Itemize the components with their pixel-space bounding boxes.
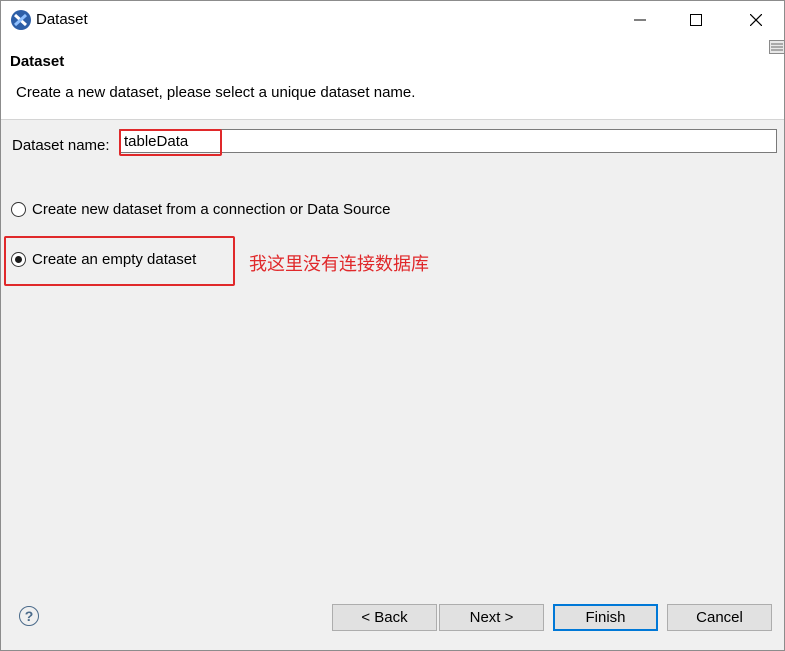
radio-from-connection[interactable] [11, 202, 26, 217]
close-button[interactable] [728, 1, 784, 39]
minimize-icon [634, 19, 646, 21]
close-icon [750, 14, 762, 26]
app-logo-icon [10, 9, 32, 31]
cancel-button[interactable]: Cancel [667, 604, 772, 631]
title-bar: Dataset [1, 1, 784, 39]
option-from-connection[interactable]: Create new dataset from a connection or … [11, 201, 391, 218]
highlight-name-box [119, 129, 222, 156]
back-button[interactable]: < Back [332, 604, 437, 631]
page-title: Dataset [10, 53, 65, 70]
help-icon: ? [24, 608, 34, 624]
wizard-header: Dataset Create a new dataset, please sel… [1, 39, 785, 120]
window-title: Dataset [36, 11, 88, 28]
maximize-icon [690, 14, 702, 26]
dataset-name-label: Dataset name: [12, 137, 110, 154]
option-from-connection-label: Create new dataset from a connection or … [32, 201, 391, 218]
dataset-dialog: Dataset Dataset Create a new dataset, pl… [0, 0, 785, 651]
highlight-option-box [4, 236, 235, 286]
annotation-note: 我这里没有连接数据库 [249, 254, 429, 275]
help-button[interactable]: ? [19, 606, 39, 626]
next-button[interactable]: Next > [439, 604, 544, 631]
menu-list-icon[interactable] [769, 40, 785, 54]
minimize-button[interactable] [612, 1, 668, 39]
finish-button[interactable]: Finish [553, 604, 658, 631]
maximize-button[interactable] [668, 1, 724, 39]
page-description: Create a new dataset, please select a un… [16, 84, 416, 101]
